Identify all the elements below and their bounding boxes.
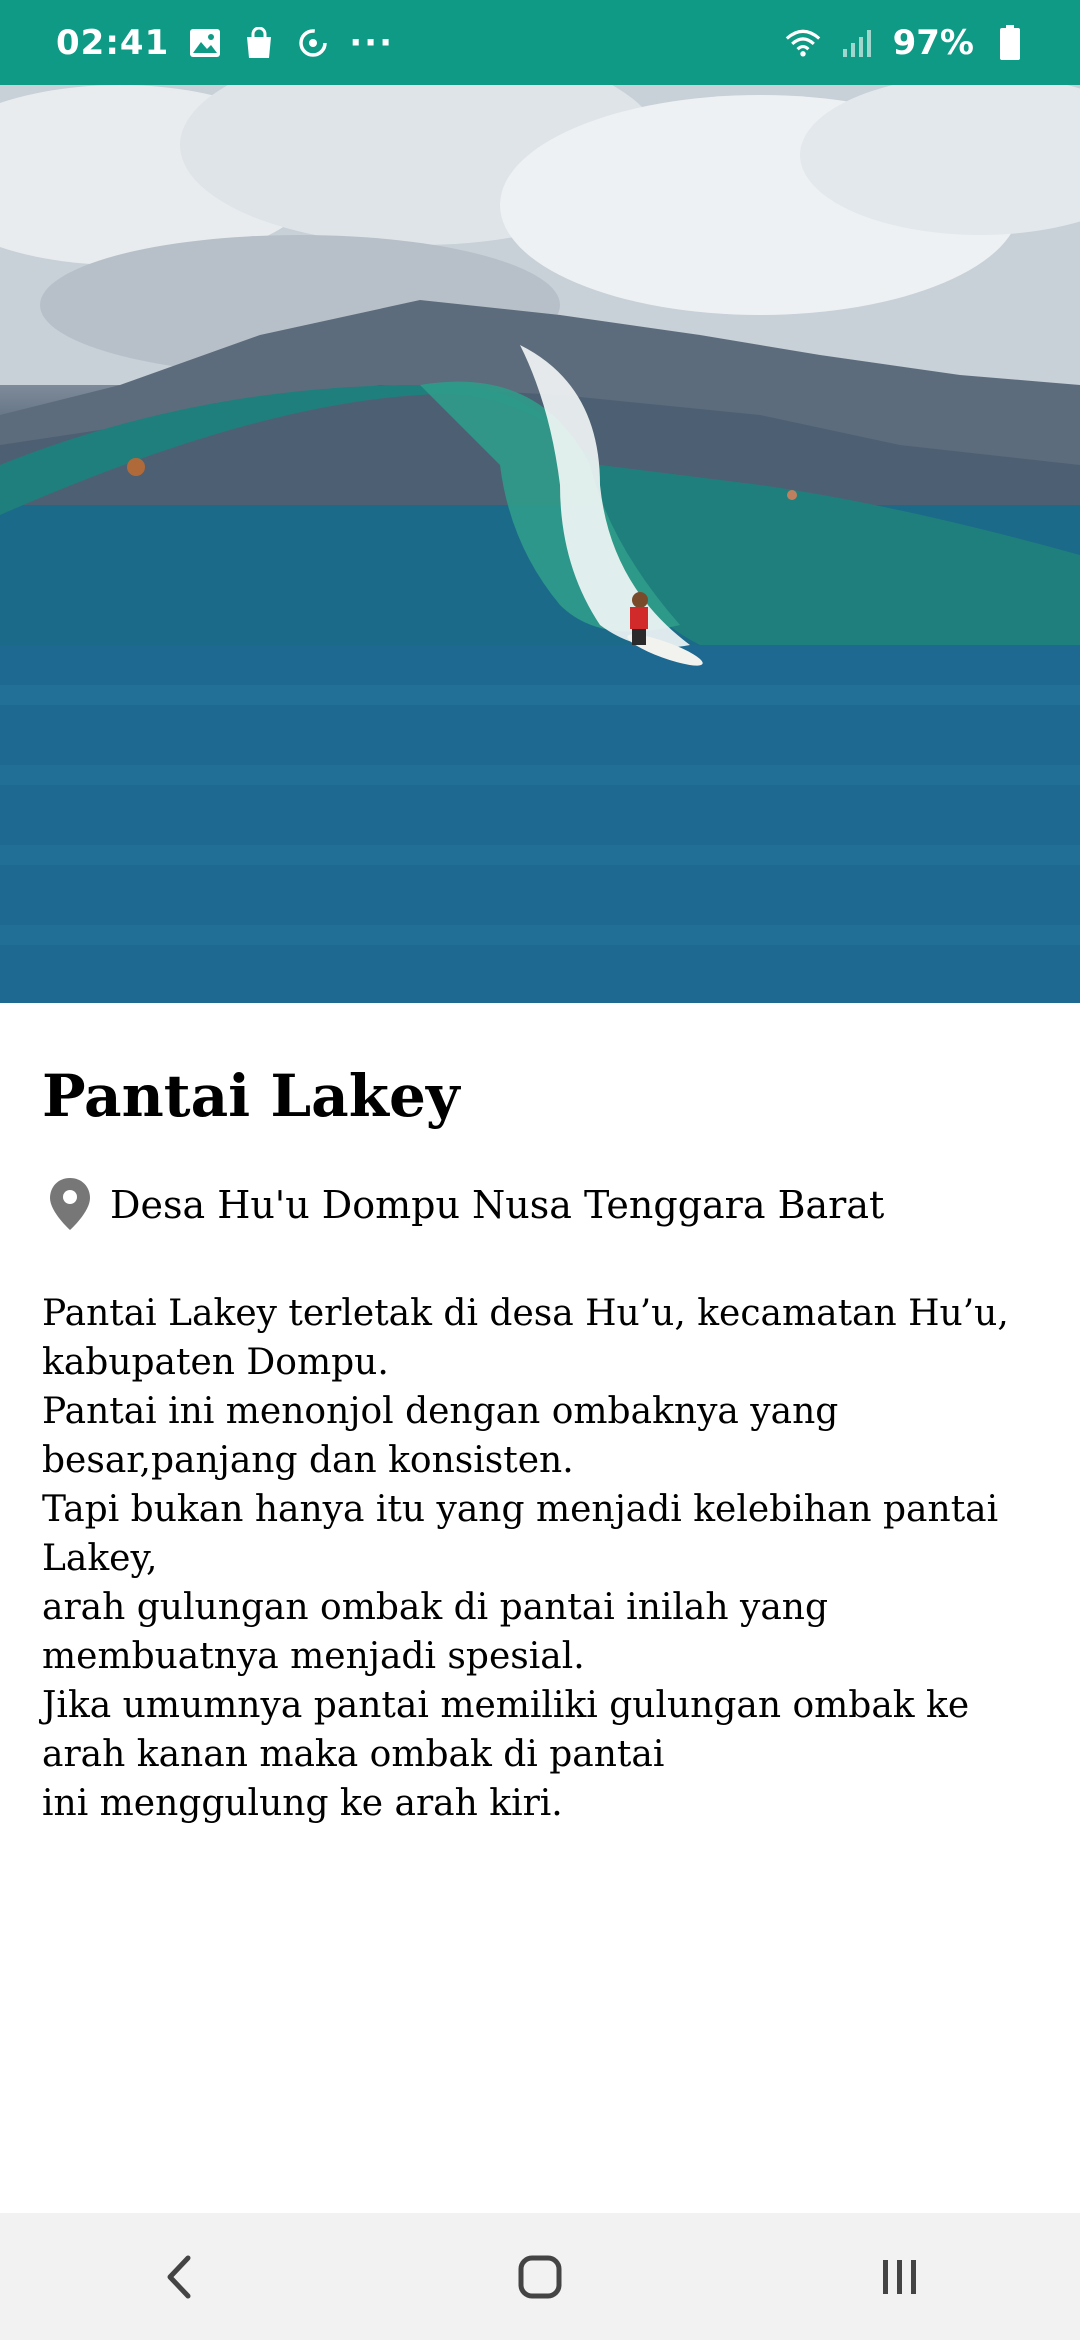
gallery-icon <box>187 25 223 61</box>
recents-button[interactable] <box>840 2227 960 2327</box>
back-button[interactable] <box>120 2227 240 2327</box>
place-location: Desa Hu'u Dompu Nusa Tenggara Barat <box>110 1183 885 1227</box>
battery-percent: 97% <box>892 22 974 63</box>
place-title: Pantai Lakey <box>42 1062 460 1130</box>
place-detail: Pantai Lakey Desa Hu'u Dompu Nusa Tengga… <box>42 1003 1042 1828</box>
hero-image <box>0 85 1080 1003</box>
navigation-bar <box>0 2213 1080 2340</box>
signal-icon <box>839 25 875 61</box>
shopping-bag-icon <box>241 25 277 61</box>
location-pin-icon <box>48 1176 98 1234</box>
home-button[interactable] <box>480 2227 600 2327</box>
sync-icon <box>295 25 331 61</box>
surfer-wave-photo <box>0 85 1080 1003</box>
back-chevron-icon <box>167 2255 191 2298</box>
overflow-dots: ··· <box>349 22 394 63</box>
wifi-icon <box>785 25 821 61</box>
place-description: Pantai Lakey terletak di desa Hu’u, keca… <box>42 1293 1009 1824</box>
status-left: 02:41 ··· <box>56 23 394 63</box>
status-time: 02:41 <box>56 22 170 63</box>
location-row: Desa Hu'u Dompu Nusa Tenggara Barat <box>42 1176 1042 1234</box>
status-right: 97% <box>785 23 1028 63</box>
battery-icon <box>992 24 1028 61</box>
recents-icon <box>883 2259 916 2294</box>
status-bar: 02:41 ··· 97% <box>0 0 1080 85</box>
home-square-icon <box>518 2255 562 2298</box>
